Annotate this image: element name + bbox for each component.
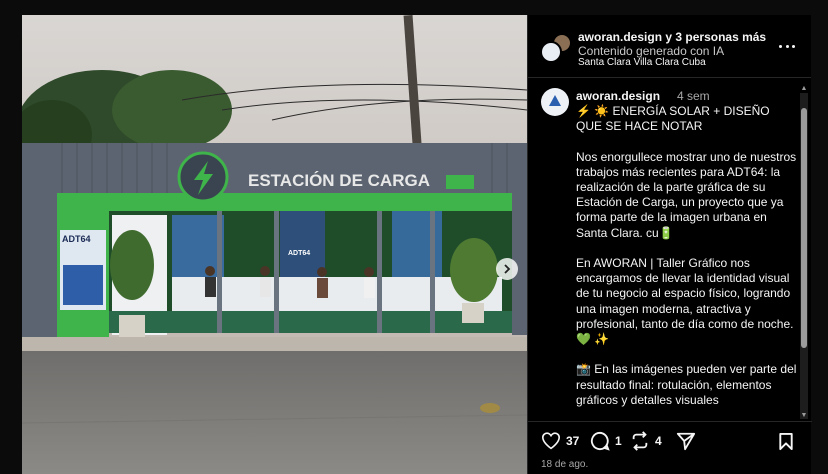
- scroll-down-arrow-icon[interactable]: ▼: [800, 412, 808, 420]
- scrollbar-thumb[interactable]: [801, 108, 807, 348]
- save-button[interactable]: [778, 431, 794, 451]
- like-count[interactable]: 37: [566, 434, 579, 448]
- caption-time[interactable]: 4 sem: [677, 89, 710, 103]
- brand-logo-icon: [542, 89, 568, 115]
- repost-button[interactable]: 4: [630, 431, 662, 451]
- location-link[interactable]: Santa Clara Villa Clara Cuba: [578, 57, 706, 68]
- center-panel-text: ADT64: [288, 250, 310, 257]
- collab-avatars[interactable]: [540, 33, 572, 65]
- avatar[interactable]: [541, 88, 569, 116]
- caption-area[interactable]: aworan.design 4 sem ⚡ ☀️ ENERGÍA SOLAR +…: [528, 79, 812, 421]
- repost-count[interactable]: 4: [655, 434, 662, 448]
- post-date[interactable]: 18 de ago.: [541, 459, 588, 470]
- caption-text: ⚡ ☀️ ENERGÍA SOLAR + DISEÑO QUE SE HACE …: [576, 104, 797, 407]
- comment-count[interactable]: 1: [615, 434, 622, 448]
- like-button[interactable]: 37: [541, 431, 579, 451]
- next-photo-button[interactable]: [496, 258, 518, 280]
- repost-icon: [632, 431, 648, 451]
- author-line: aworan.design y 3 personas más: [578, 30, 766, 44]
- side-panel-text: ADT64: [62, 234, 91, 244]
- dot-icon: [779, 44, 782, 48]
- caption-username[interactable]: aworan.design: [576, 89, 660, 103]
- post-side-panel: aworan.design y 3 personas más Contenido…: [527, 15, 812, 474]
- comment-icon: [590, 431, 610, 451]
- charging-station-photo: ESTACIÓN DE CARGA ADT64 ADT64: [22, 15, 527, 474]
- heart-icon: [541, 432, 561, 450]
- ai-label[interactable]: Contenido generado con IA: [578, 44, 724, 58]
- send-icon: [676, 432, 696, 451]
- dot-icon: [785, 44, 789, 48]
- post-modal: ESTACIÓN DE CARGA ADT64 ADT64 aworan.des…: [22, 15, 812, 474]
- sign-text: ESTACIÓN DE CARGA: [248, 171, 430, 190]
- share-button[interactable]: [676, 431, 696, 451]
- more-options-button[interactable]: [779, 37, 795, 55]
- scrollbar[interactable]: [800, 93, 808, 419]
- bookmark-icon: [779, 432, 793, 450]
- post-photo[interactable]: ESTACIÓN DE CARGA ADT64 ADT64: [22, 15, 527, 474]
- scroll-up-arrow-icon[interactable]: ▲: [800, 85, 808, 93]
- chevron-right-icon: [504, 264, 511, 274]
- avatar: [540, 41, 562, 63]
- post-header: aworan.design y 3 personas más Contenido…: [528, 15, 811, 78]
- collab-text[interactable]: y 3 personas más: [665, 30, 766, 44]
- comment-button[interactable]: 1: [590, 431, 622, 451]
- dot-icon: [792, 44, 795, 48]
- author-username[interactable]: aworan.design: [578, 30, 662, 44]
- action-bar: 37 1 4: [528, 421, 812, 451]
